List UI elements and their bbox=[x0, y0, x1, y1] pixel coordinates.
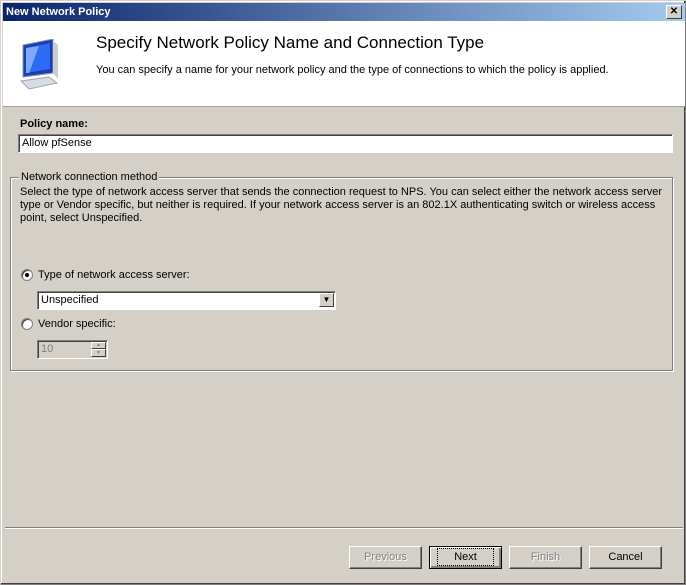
previous-button[interactable]: Previous bbox=[349, 546, 422, 569]
connection-method-legend: Network connection method bbox=[19, 171, 160, 183]
footer-separator bbox=[5, 527, 683, 529]
finish-button[interactable]: Finish bbox=[509, 546, 582, 569]
window-title: New Network Policy bbox=[6, 6, 111, 18]
vendor-radio[interactable] bbox=[21, 318, 33, 330]
spin-up-icon[interactable]: ▲ bbox=[91, 342, 106, 349]
spin-down-icon[interactable]: ▼ bbox=[91, 349, 106, 357]
nas-type-select[interactable]: Unspecified ▼ bbox=[37, 291, 336, 310]
page-subtitle: You can specify a name for your network … bbox=[96, 64, 609, 76]
wizard-header: Specify Network Policy Name and Connecti… bbox=[3, 21, 685, 107]
vendor-spinner[interactable]: 10 ▲ ▼ bbox=[37, 340, 108, 359]
type-radio[interactable] bbox=[21, 269, 33, 281]
vendor-spinner-value: 10 bbox=[41, 343, 54, 355]
network-computer-icon bbox=[19, 39, 59, 90]
dialog-window: New Network Policy ✕ Specify Network Pol… bbox=[0, 0, 686, 585]
next-button[interactable]: Next bbox=[429, 546, 502, 569]
policy-name-label: Policy name: bbox=[20, 118, 88, 130]
connection-method-description: Select the type of network access server… bbox=[20, 186, 663, 224]
chevron-down-icon[interactable]: ▼ bbox=[319, 293, 334, 307]
close-icon[interactable]: ✕ bbox=[666, 5, 682, 19]
type-radio-label[interactable]: Type of network access server: bbox=[38, 269, 190, 281]
cancel-button[interactable]: Cancel bbox=[589, 546, 662, 569]
title-bar: New Network Policy ✕ bbox=[3, 3, 685, 21]
next-button-label: Next bbox=[437, 548, 494, 566]
vendor-radio-label[interactable]: Vendor specific: bbox=[38, 318, 116, 330]
page-title: Specify Network Policy Name and Connecti… bbox=[96, 33, 485, 52]
policy-name-input[interactable]: Allow pfSense bbox=[18, 134, 673, 153]
nas-type-value: Unspecified bbox=[41, 294, 99, 306]
